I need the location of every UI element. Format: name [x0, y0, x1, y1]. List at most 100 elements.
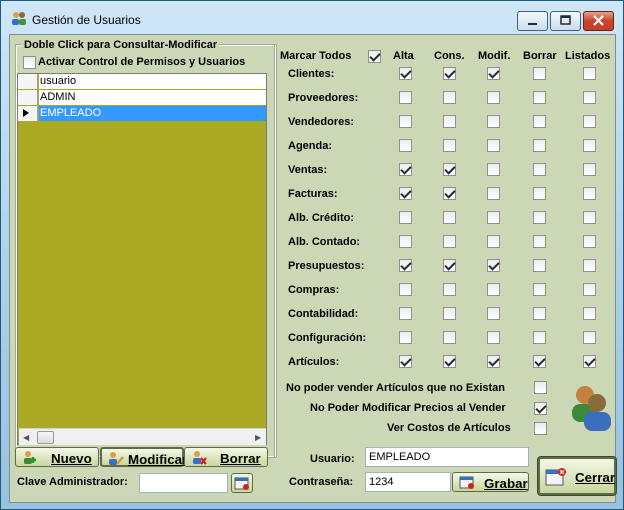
permission-checkbox[interactable] [443, 235, 456, 248]
permission-checkbox[interactable] [533, 331, 546, 344]
form-icon [234, 477, 249, 490]
close-window-button[interactable] [583, 11, 614, 31]
permission-checkbox[interactable] [487, 187, 500, 200]
permission-checkbox[interactable] [583, 283, 596, 296]
permission-checkbox[interactable] [533, 163, 546, 176]
permission-checkbox[interactable] [533, 235, 546, 248]
permission-checkbox[interactable] [399, 187, 412, 200]
maximize-button[interactable] [550, 11, 581, 31]
permission-checkbox[interactable] [399, 283, 412, 296]
panel-divider [274, 45, 275, 457]
table-row[interactable]: ADMIN [18, 90, 266, 105]
permission-checkbox[interactable] [583, 331, 596, 344]
permission-checkbox[interactable] [533, 307, 546, 320]
admin-key-button[interactable] [231, 473, 253, 493]
permission-checkbox[interactable] [443, 355, 456, 368]
minimize-button[interactable] [517, 11, 548, 31]
permission-checkbox[interactable] [399, 163, 412, 176]
scroll-thumb[interactable] [37, 431, 54, 444]
permission-checkbox[interactable] [487, 235, 500, 248]
permission-checkbox[interactable] [487, 163, 500, 176]
permission-checkbox[interactable] [533, 355, 546, 368]
permission-checkbox[interactable] [533, 283, 546, 296]
column-header-usuario[interactable]: usuario [39, 74, 266, 89]
table-row[interactable]: EMPLEADO [18, 106, 266, 121]
option-checkbox-ver-costos[interactable] [534, 422, 547, 435]
permission-checkbox[interactable] [487, 283, 500, 296]
permission-checkbox[interactable] [399, 91, 412, 104]
permission-checkbox[interactable] [399, 355, 412, 368]
row-indicator [18, 106, 38, 121]
users-grid[interactable]: usuario ADMIN EMPLEADO ◀ ▶ [17, 73, 267, 445]
permission-checkbox[interactable] [583, 91, 596, 104]
permission-checkbox[interactable] [399, 235, 412, 248]
delete-user-button[interactable]: Borrar [184, 447, 268, 467]
modify-user-button[interactable]: Modificar [100, 447, 187, 467]
window-title: Gestión de Usuarios [32, 13, 141, 27]
permission-checkbox[interactable] [443, 91, 456, 104]
permission-checkbox[interactable] [583, 115, 596, 128]
option-checkbox-no-modificar-precios[interactable] [534, 402, 547, 415]
permission-checkbox[interactable] [399, 331, 412, 344]
permission-checkbox[interactable] [399, 259, 412, 272]
permission-checkbox[interactable] [583, 259, 596, 272]
permission-checkbox[interactable] [533, 259, 546, 272]
activate-control-checkbox[interactable] [23, 56, 36, 69]
table-cell[interactable]: EMPLEADO [39, 106, 266, 121]
permission-checkbox[interactable] [487, 211, 500, 224]
permission-checkbox[interactable] [533, 139, 546, 152]
permission-checkbox[interactable] [533, 67, 546, 80]
admin-key-input[interactable] [139, 473, 228, 493]
permission-row-label: Facturas: [288, 188, 338, 200]
permission-checkbox[interactable] [399, 67, 412, 80]
option-label-ver-costos: Ver Costos de Artículos [387, 422, 511, 434]
permission-row-label: Proveedores: [288, 92, 359, 104]
permission-checkbox[interactable] [583, 355, 596, 368]
new-user-button[interactable]: Nuevo [15, 447, 99, 467]
permission-checkbox[interactable] [533, 91, 546, 104]
permission-checkbox[interactable] [443, 283, 456, 296]
permission-checkbox[interactable] [583, 211, 596, 224]
permission-checkbox[interactable] [399, 307, 412, 320]
table-cell[interactable]: ADMIN [39, 90, 266, 105]
permission-checkbox[interactable] [533, 115, 546, 128]
permission-checkbox[interactable] [487, 91, 500, 104]
save-button[interactable]: Grabar [452, 472, 529, 492]
permission-checkbox[interactable] [443, 211, 456, 224]
user-input[interactable] [365, 447, 529, 467]
close-button[interactable]: Cerrar [537, 456, 617, 496]
permission-checkbox[interactable] [583, 139, 596, 152]
permission-checkbox[interactable] [583, 307, 596, 320]
permission-checkbox[interactable] [533, 187, 546, 200]
row-indicator [18, 90, 38, 105]
permission-checkbox[interactable] [487, 331, 500, 344]
permission-checkbox[interactable] [533, 211, 546, 224]
permission-checkbox[interactable] [443, 115, 456, 128]
permission-checkbox[interactable] [583, 187, 596, 200]
scroll-right-icon[interactable]: ▶ [255, 433, 261, 442]
password-input[interactable] [365, 472, 451, 492]
permission-checkbox[interactable] [399, 115, 412, 128]
permission-checkbox[interactable] [443, 307, 456, 320]
permission-checkbox[interactable] [487, 259, 500, 272]
permission-checkbox[interactable] [583, 67, 596, 80]
permission-checkbox[interactable] [487, 139, 500, 152]
option-checkbox-no-vender[interactable] [534, 381, 547, 394]
permission-checkbox[interactable] [399, 139, 412, 152]
permission-checkbox[interactable] [399, 211, 412, 224]
permission-checkbox[interactable] [583, 163, 596, 176]
permission-checkbox[interactable] [487, 307, 500, 320]
permission-checkbox[interactable] [487, 115, 500, 128]
permission-checkbox[interactable] [487, 67, 500, 80]
permission-checkbox[interactable] [487, 355, 500, 368]
permission-checkbox[interactable] [583, 235, 596, 248]
mark-all-checkbox[interactable] [368, 50, 381, 63]
permission-checkbox[interactable] [443, 163, 456, 176]
permission-checkbox[interactable] [443, 187, 456, 200]
permission-checkbox[interactable] [443, 259, 456, 272]
scroll-left-icon[interactable]: ◀ [23, 433, 29, 442]
permission-checkbox[interactable] [443, 139, 456, 152]
horizontal-scrollbar[interactable]: ◀ ▶ [19, 428, 266, 445]
permission-checkbox[interactable] [443, 67, 456, 80]
permission-checkbox[interactable] [443, 331, 456, 344]
